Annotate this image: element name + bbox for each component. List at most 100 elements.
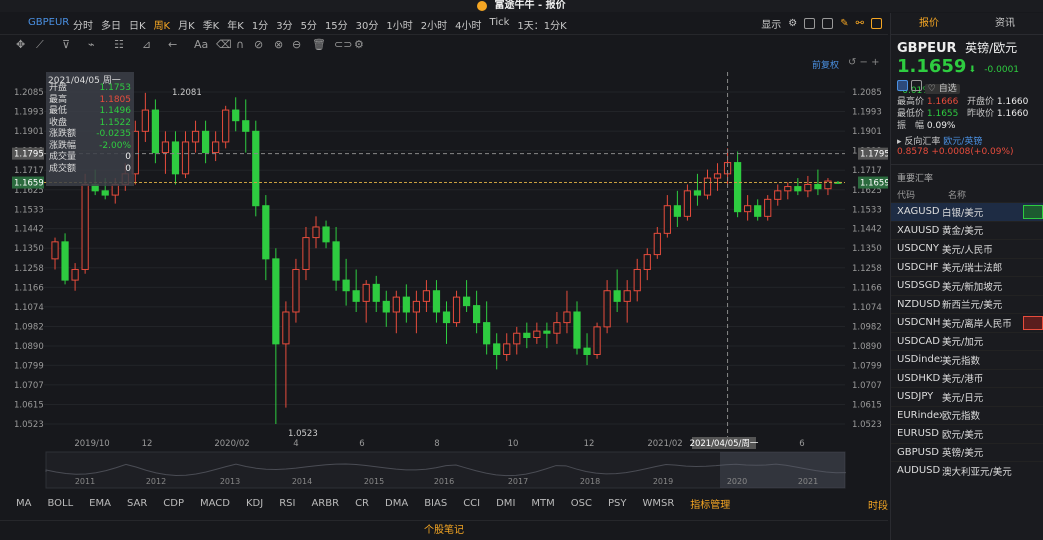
- period-tab[interactable]: 周K: [154, 17, 171, 32]
- watchlist-row[interactable]: USDCHF 美元/瑞士法郎: [891, 257, 1043, 277]
- indicator-button[interactable]: WMSR: [642, 498, 674, 509]
- period-tab[interactable]: 4小时: [455, 17, 481, 32]
- visibility-icon[interactable]: ⊂⊃: [334, 38, 352, 51]
- tab-news[interactable]: 资讯: [967, 13, 1043, 34]
- period-tab[interactable]: 分时: [73, 17, 93, 32]
- watchlist-row[interactable]: EURUSD 欧元/美元: [891, 424, 1043, 443]
- candle-body: [302, 237, 310, 270]
- watchlist-row[interactable]: USDCAD 美元/加元: [891, 331, 1043, 351]
- watchlist-row[interactable]: USDHKD 美元/港币: [891, 368, 1043, 388]
- indicator-button[interactable]: RSI: [279, 498, 295, 509]
- reverse-rate-link[interactable]: 欧元/英镑: [943, 137, 982, 147]
- gear-icon[interactable]: ⚙: [788, 18, 797, 29]
- indicator-button[interactable]: PSY: [608, 498, 627, 509]
- indicator-button[interactable]: EMA: [89, 498, 111, 509]
- session-button[interactable]: 时段: [868, 497, 888, 512]
- candle-body: [553, 322, 561, 334]
- tab-quote[interactable]: 报价: [891, 13, 967, 34]
- ruler-tool-icon[interactable]: ⊿: [142, 38, 151, 51]
- y-tick-left: 1.1533: [14, 205, 44, 215]
- chart-nav-buttons[interactable]: ↺ − +: [848, 57, 880, 68]
- pencil-icon[interactable]: ✎: [840, 18, 848, 29]
- indicator-button[interactable]: DMI: [496, 498, 515, 509]
- arrow-tool-icon[interactable]: ←: [168, 38, 177, 51]
- indicator-button[interactable]: SAR: [127, 498, 147, 509]
- period-tab[interactable]: Tick: [490, 17, 510, 32]
- indicator-button[interactable]: KDJ: [246, 498, 263, 509]
- stock-note-button[interactable]: 个股笔记: [424, 525, 464, 536]
- watchlist-row[interactable]: NZDUSD 新西兰元/美元: [891, 294, 1043, 314]
- period-tab[interactable]: 30分: [356, 17, 379, 32]
- indicator-button[interactable]: CDP: [163, 498, 184, 509]
- trade-icon[interactable]: [897, 80, 908, 91]
- indicator-button[interactable]: DMA: [385, 498, 408, 509]
- fullscreen-icon[interactable]: [871, 18, 882, 29]
- eraser-icon[interactable]: ⌫: [216, 38, 232, 51]
- watchlist-row[interactable]: XAUUSD 黄金/美元: [891, 220, 1043, 240]
- indicator-button[interactable]: CR: [355, 498, 369, 509]
- watchlist-row[interactable]: USDCNY 美元/人民币: [891, 239, 1043, 258]
- indicator-button[interactable]: OSC: [571, 498, 592, 509]
- indicator-button[interactable]: MTM: [531, 498, 554, 509]
- reverse-rate-change: +0.0008(+0.09%): [931, 147, 1014, 157]
- text-tool-icon[interactable]: Aa: [194, 38, 208, 51]
- candle-body: [292, 268, 300, 313]
- period-tab[interactable]: 1天：1分K: [517, 17, 566, 32]
- watchlist-row[interactable]: AUDUSD 澳大利亚元/美元: [891, 461, 1043, 480]
- period-tab[interactable]: 15分: [325, 17, 348, 32]
- candle-body: [764, 198, 772, 217]
- indicator-button[interactable]: BIAS: [424, 498, 447, 509]
- camera-icon[interactable]: [822, 18, 834, 29]
- infobox-key: 最高: [49, 94, 68, 105]
- period-tab[interactable]: 1小时: [386, 17, 412, 32]
- period-tab[interactable]: 多日: [101, 17, 121, 32]
- trash-icon[interactable]: 🗑: [312, 38, 326, 51]
- hide-icon[interactable]: ⊘: [254, 38, 263, 51]
- lock-icon[interactable]: ⊗: [274, 38, 283, 51]
- cancel-icon[interactable]: ⊖: [292, 38, 301, 51]
- fib-tool-icon[interactable]: ☷: [114, 38, 124, 51]
- watchlist-row[interactable]: USDSGD 美元/新加坡元: [891, 276, 1043, 295]
- indicator-button[interactable]: ARBR: [311, 498, 339, 509]
- reverse-rate-price: 0.8578: [897, 147, 929, 157]
- indicator-button[interactable]: MA: [16, 498, 31, 509]
- y-tick-left: 1.0615: [14, 400, 44, 410]
- period-tab[interactable]: 2小时: [421, 17, 447, 32]
- candle-body: [593, 326, 601, 355]
- settings-icon[interactable]: ⚙: [354, 38, 364, 51]
- period-tab[interactable]: 1分: [252, 17, 268, 32]
- period-tab[interactable]: 日K: [129, 17, 146, 32]
- layout-icon[interactable]: [804, 18, 816, 29]
- indicator-button[interactable]: BOLL: [47, 498, 73, 509]
- watchlist-row[interactable]: GBPUSD 英镑/美元: [891, 442, 1043, 462]
- period-tab[interactable]: 5分: [301, 17, 317, 32]
- period-tab[interactable]: 季K: [203, 17, 220, 32]
- channel-tool-icon[interactable]: ⊽: [62, 38, 70, 51]
- period-tab[interactable]: 年K: [227, 17, 244, 32]
- line-tool-icon[interactable]: ⟋: [36, 38, 44, 52]
- crosshair-price-tag-left: 1.1795: [14, 150, 44, 160]
- adjust-mode-button[interactable]: 前复权: [812, 58, 839, 71]
- watchlist-row[interactable]: USDCNH 美元/离岸人民币: [891, 313, 1043, 332]
- move-icon[interactable]: ✥: [16, 38, 25, 51]
- watchlist-row[interactable]: USDindex 美元指数: [891, 350, 1043, 369]
- indicator-button[interactable]: MACD: [200, 498, 230, 509]
- indicator-button[interactable]: CCI: [463, 498, 480, 509]
- magnet-icon[interactable]: ∩: [236, 38, 244, 51]
- alert-icon[interactable]: [910, 80, 922, 91]
- link-icon[interactable]: ⚯: [856, 18, 864, 29]
- wave-tool-icon[interactable]: ⌁: [88, 38, 95, 51]
- watchlist-row[interactable]: XAGUSD 白银/美元: [891, 202, 1043, 221]
- watchlist-row[interactable]: EURindex 欧元指数: [891, 405, 1043, 425]
- quote-price: 1.1659 ⬇ -0.0001 -0.01%: [891, 56, 1043, 96]
- watchlist-row[interactable]: USDJPY 美元/日元: [891, 387, 1043, 406]
- period-tab[interactable]: 月K: [178, 17, 195, 32]
- reverse-rate: ▸ 反向汇率 欧元/英镑 0.8578 +0.0008(+0.09%): [891, 130, 1043, 161]
- quote-symbol: GBPEUR 英镑/欧元: [891, 35, 1043, 56]
- symbol-label[interactable]: GBPEUR: [28, 17, 69, 28]
- indicator-manager-button[interactable]: 指标管理: [690, 496, 730, 511]
- add-watchlist-button[interactable]: ♡ 自选: [924, 84, 960, 94]
- min-price-label: 1.0523: [288, 429, 318, 439]
- show-menu-button[interactable]: 显示: [761, 16, 781, 31]
- period-tab[interactable]: 3分: [276, 17, 292, 32]
